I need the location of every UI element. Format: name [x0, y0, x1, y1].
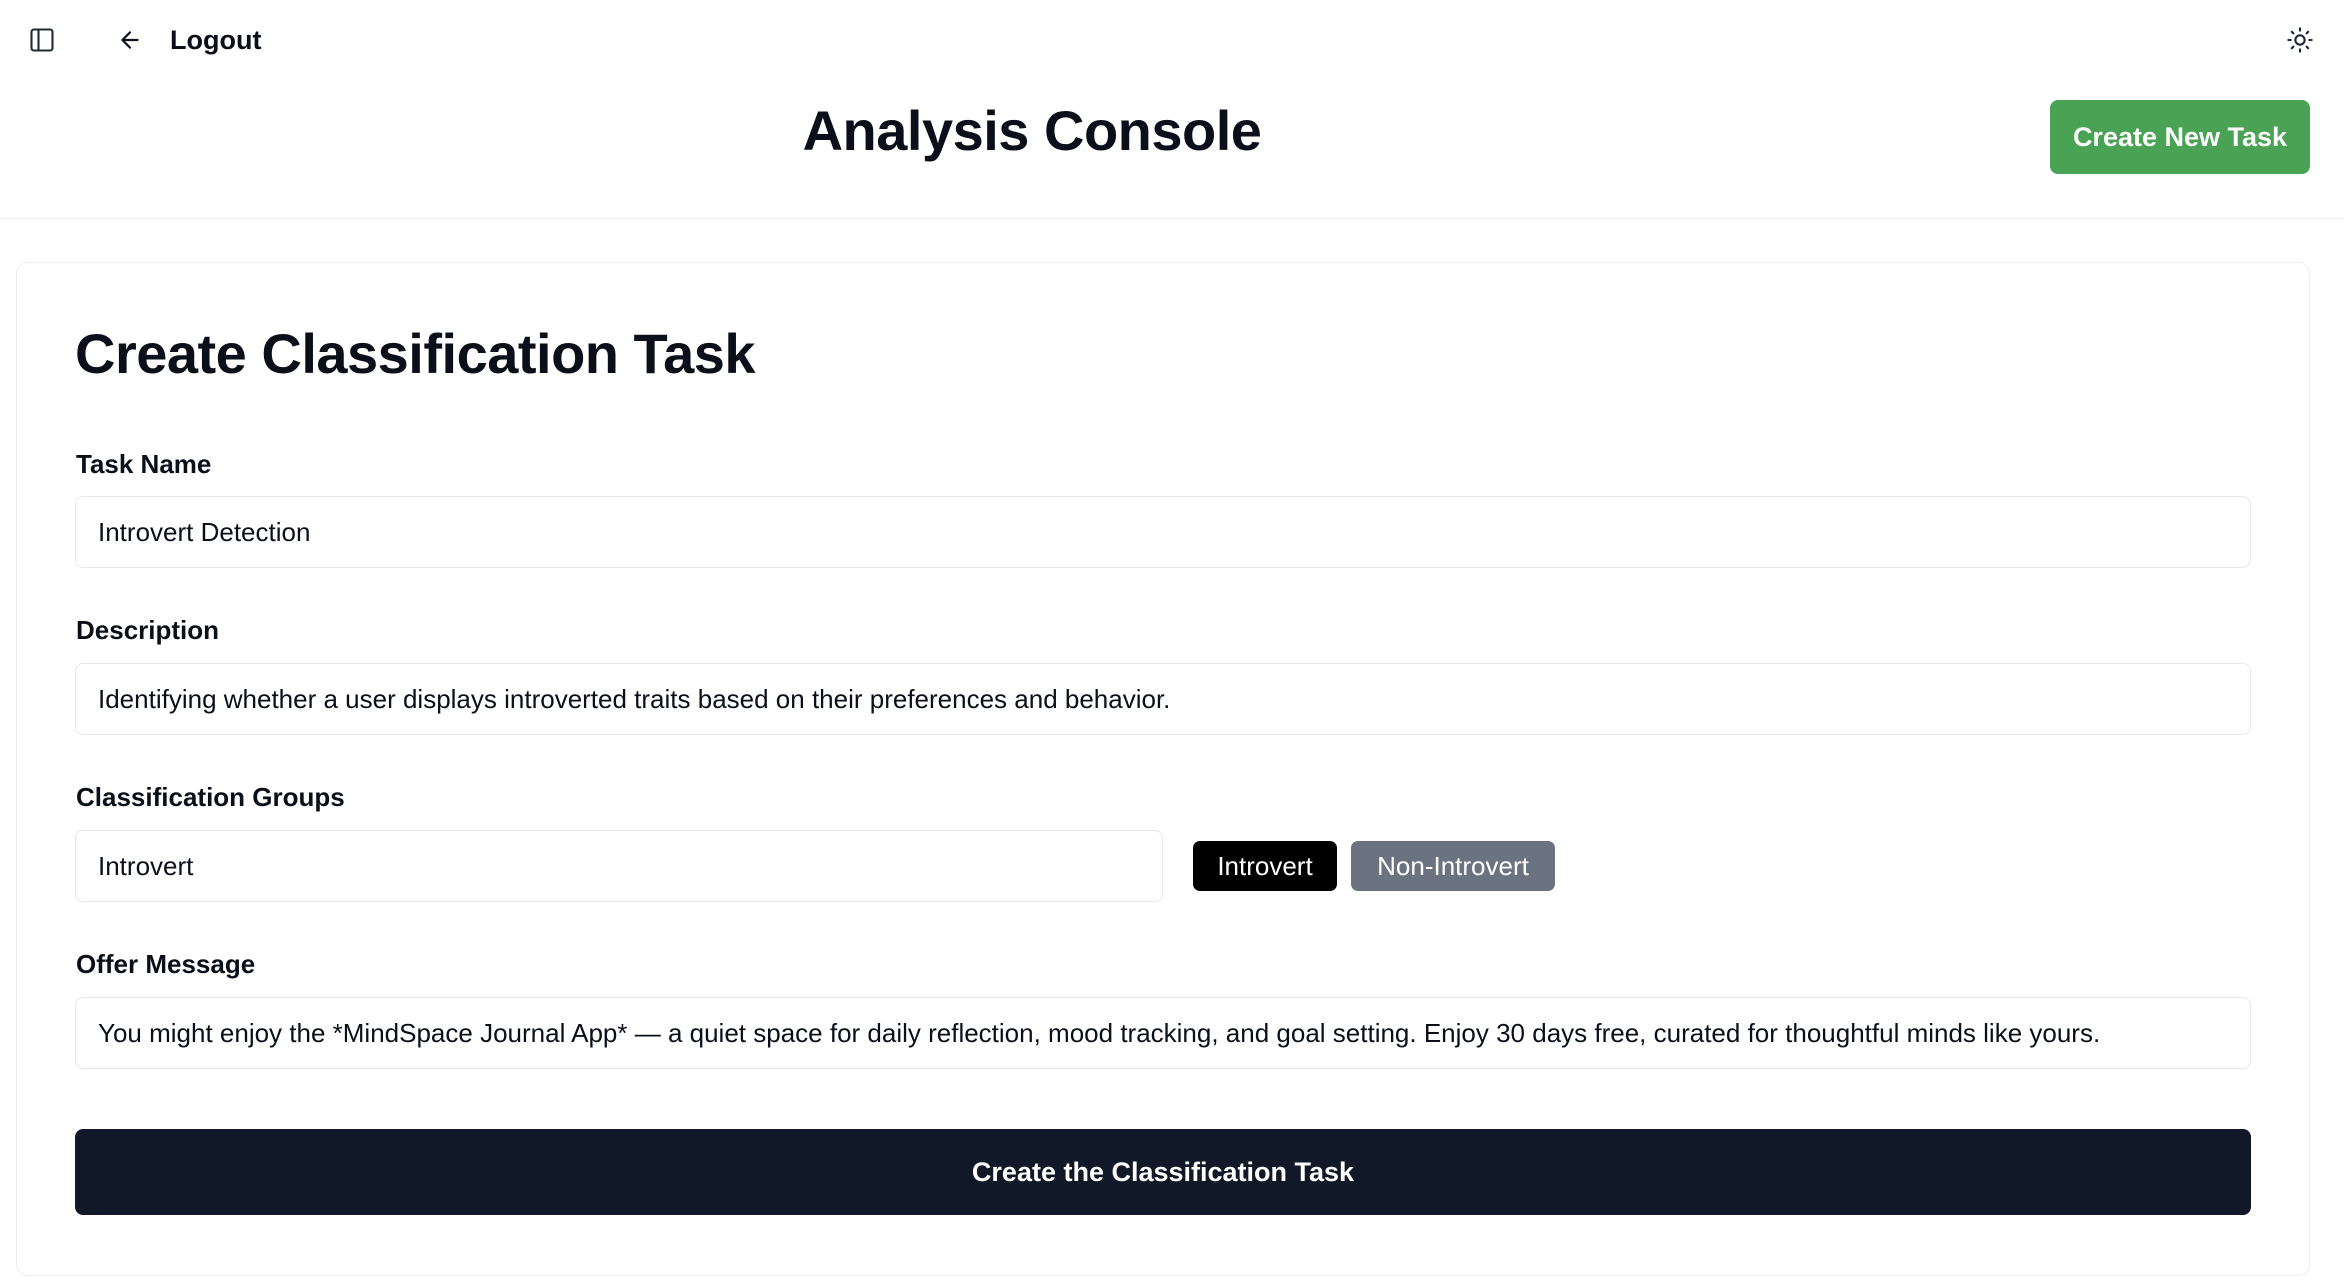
logout-link[interactable]: Logout: [112, 18, 261, 62]
sun-icon[interactable]: [2280, 20, 2320, 60]
offer-message-label: Offer Message: [76, 949, 256, 979]
top-bar: Logout: [0, 0, 2344, 80]
group-tag-non-introvert[interactable]: Non-Introvert: [1351, 841, 1555, 891]
sidebar-toggle-icon[interactable]: [24, 22, 60, 58]
task-name-input[interactable]: [75, 496, 2251, 568]
classification-groups-label: Classification Groups: [76, 782, 345, 812]
create-classification-task-button[interactable]: Create the Classification Task: [75, 1129, 2251, 1215]
header-divider: [0, 218, 2344, 219]
task-name-label: Task Name: [76, 449, 212, 479]
description-label: Description: [76, 615, 220, 645]
classification-group-input[interactable]: [75, 830, 1163, 902]
arrow-left-icon: [112, 22, 148, 58]
logout-label: Logout: [170, 24, 262, 55]
create-new-task-button[interactable]: Create New Task: [2050, 100, 2310, 174]
create-task-card: Create Classification Task Task Name Des…: [16, 262, 2310, 1276]
description-input[interactable]: [75, 663, 2251, 735]
offer-message-input[interactable]: [75, 997, 2251, 1069]
form-title: Create Classification Task: [75, 322, 756, 385]
group-tag-introvert[interactable]: Introvert: [1193, 841, 1337, 891]
page-title: Analysis Console: [802, 99, 1262, 162]
